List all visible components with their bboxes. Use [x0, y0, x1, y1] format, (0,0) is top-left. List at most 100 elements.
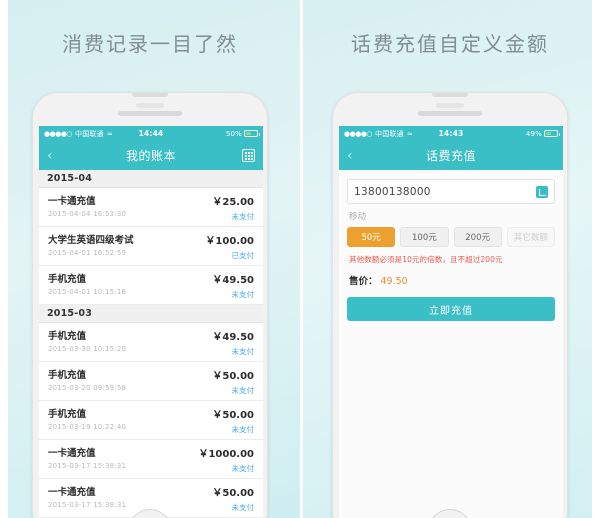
table-row[interactable]: 手机充值 2015-03-19 10:22:40 ￥50.00 未支付 — [39, 401, 263, 440]
status-right-group: 49% — [526, 130, 560, 138]
front-camera-icon — [436, 103, 464, 108]
row-right-group: ￥50.00 未支付 — [212, 406, 254, 435]
front-camera-icon — [136, 103, 164, 108]
transaction-date: 2015-03-17 15:38:31 — [48, 501, 127, 509]
row-right-group: ￥49.50 未支付 — [212, 271, 254, 300]
transaction-date: 2015-03-17 15:38:31 — [48, 462, 127, 470]
row-right-group: ￥50.00 未支付 — [212, 484, 254, 513]
page-title: 话费充值 — [425, 149, 476, 163]
panel-ledger: 消费记录一目了然 ●●●●○ 中国联通 ≈ 14:44 50% ‹ 我的账本 2… — [0, 0, 300, 518]
transaction-amount: ￥50.00 — [212, 488, 254, 499]
section-header-month: 2015-04 — [39, 170, 263, 188]
amount-option-100[interactable]: 100元 — [400, 227, 449, 247]
transaction-title: 手机充值 — [48, 274, 87, 285]
transaction-date: 2015-04-04 16:53:30 — [48, 210, 127, 218]
row-left-group: 手机充值 2015-03-20 09:59:58 — [48, 367, 126, 392]
row-right-group: ￥1000.00 未支付 — [198, 445, 254, 474]
phone-mockup-right: ●●●●○ 中国联通 ≈ 14:43 49% ‹ 话费充值 1380013800… — [332, 92, 568, 518]
amount-warning-text: 其他数额必须是10元的倍数，且不超过200元 — [349, 255, 503, 264]
phone-screen-left: ●●●●○ 中国联通 ≈ 14:44 50% ‹ 我的账本 2015-04 一卡… — [39, 126, 263, 518]
transaction-title: 一卡通充值 — [48, 448, 96, 459]
nav-bar-right: ‹ 话费充值 — [339, 141, 563, 170]
row-right-group: ￥49.50 未支付 — [212, 328, 254, 357]
row-right-group: ￥100.00 已支付 — [205, 232, 254, 261]
status-badge: 未支付 — [231, 386, 255, 395]
battery-percent: 50% — [225, 129, 242, 138]
status-badge: 未支付 — [231, 503, 255, 512]
carrier-name: 中国联通 — [375, 129, 404, 138]
panel-recharge: 话费充值自定义金额 ●●●●○ 中国联通 ≈ 14:43 49% ‹ 话费充值 … — [300, 0, 600, 518]
table-row[interactable]: 一卡通充值 2015-04-04 16:53:30 ￥25.00 未支付 — [39, 188, 263, 227]
row-right-group: ￥50.00 未支付 — [212, 367, 254, 396]
amount-option-200[interactable]: 200元 — [453, 227, 502, 247]
page-title: 我的账本 — [125, 149, 176, 163]
table-row[interactable]: 手机充值 2015-03-30 10:15:20 ￥49.50 未支付 — [39, 323, 263, 362]
status-badge: 未支付 — [231, 464, 255, 473]
amount-option-50[interactable]: 50元 — [347, 227, 396, 247]
table-row[interactable]: 手机充值 2015-04-01 10:15:16 ￥49.50 未支付 — [39, 266, 263, 305]
phone-mockup-left: ●●●●○ 中国联通 ≈ 14:44 50% ‹ 我的账本 2015-04 一卡… — [32, 92, 268, 518]
section-header-month: 2015-03 — [39, 305, 263, 323]
price-row: 售价： 49.50 — [349, 273, 555, 287]
row-left-group: 手机充值 2015-04-01 10:15:16 — [48, 271, 126, 296]
transaction-amount: ￥1000.00 — [198, 449, 254, 460]
nav-bar-left: ‹ 我的账本 — [39, 141, 263, 170]
row-left-group: 大学生英语四级考试 2015-04-01 16:52:59 — [48, 232, 134, 257]
table-row[interactable]: 一卡通充值 2015-03-17 15:38:31 ￥1000.00 未支付 — [39, 440, 263, 479]
status-badge: 未支付 — [231, 290, 255, 299]
battery-icon — [244, 130, 260, 137]
status-badge: 未支付 — [231, 425, 255, 434]
row-left-group: 一卡通充值 2015-03-17 15:38:31 — [48, 445, 126, 470]
contact-picker-icon[interactable] — [536, 185, 548, 198]
row-right-group: ￥25.00 未支付 — [212, 193, 254, 222]
table-row[interactable]: 大学生英语四级考试 2015-04-01 16:52:59 ￥100.00 已支… — [39, 227, 263, 266]
transaction-list[interactable]: 2015-04 一卡通充值 2015-04-04 16:53:30 ￥25.00… — [39, 170, 263, 518]
signal-dots-icon: ●●●●○ — [44, 129, 73, 138]
carrier-label: 移动 — [349, 212, 367, 222]
nav-right-group[interactable] — [242, 149, 255, 162]
status-bar-right: ●●●●○ 中国联通 ≈ 14:43 49% — [339, 126, 563, 141]
transaction-title: 手机充值 — [48, 409, 87, 420]
transaction-date: 2015-03-19 10:22:40 — [48, 423, 127, 431]
carrier-name: 中国联通 — [75, 129, 104, 138]
transaction-amount: ￥25.00 — [212, 197, 254, 208]
status-right-group: 50% — [225, 129, 260, 138]
recharge-form: 13800138000 移动 50元 100元 200元 其它数额 其他数额必须… — [339, 170, 563, 518]
panel-divider — [300, 0, 303, 518]
transaction-title: 一卡通充值 — [48, 487, 96, 498]
transaction-title: 手机充值 — [48, 370, 87, 381]
signal-dots-icon: ●●●●○ — [344, 129, 373, 138]
transaction-date: 2015-04-01 10:15:16 — [48, 288, 127, 296]
table-row[interactable]: 手机充值 2015-03-20 09:59:58 ￥50.00 未支付 — [39, 362, 263, 401]
calendar-icon[interactable] — [242, 149, 255, 162]
transaction-amount: ￥49.50 — [212, 275, 254, 286]
transaction-amount: ￥49.50 — [212, 332, 254, 343]
status-bar-left: ●●●●○ 中国联通 ≈ 14:44 50% — [39, 126, 263, 141]
price-label: 售价： — [349, 276, 378, 287]
transaction-title: 手机充值 — [48, 331, 87, 342]
row-left-group: 手机充值 2015-03-19 10:22:40 — [48, 406, 126, 431]
transaction-date: 2015-04-01 16:52:59 — [48, 249, 127, 257]
earpiece-speaker — [418, 111, 482, 116]
status-badge: 已支付 — [231, 251, 255, 260]
transaction-title: 一卡通充值 — [48, 196, 96, 207]
status-badge: 未支付 — [231, 347, 255, 356]
transaction-date: 2015-03-20 09:59:58 — [48, 384, 127, 392]
panel-headline-left: 消费记录一目了然 — [62, 32, 238, 56]
page-edge-right — [592, 0, 600, 518]
earpiece-speaker — [118, 111, 182, 116]
amount-option-custom[interactable]: 其它数额 — [506, 227, 555, 247]
phone-top-tab — [432, 93, 468, 97]
transaction-amount: ￥100.00 — [205, 236, 254, 247]
transaction-amount: ￥50.00 — [212, 410, 254, 421]
phone-number-field[interactable]: 13800138000 — [347, 179, 555, 204]
transaction-amount: ￥50.00 — [212, 371, 254, 382]
recharge-now-button[interactable]: 立即充值 — [347, 297, 555, 321]
phone-number-input[interactable]: 13800138000 — [354, 186, 536, 198]
phone-screen-right: ●●●●○ 中国联通 ≈ 14:43 49% ‹ 话费充值 1380013800… — [339, 126, 563, 518]
status-badge: 未支付 — [231, 212, 255, 221]
battery-icon — [544, 130, 560, 137]
phone-top-tab — [132, 93, 168, 97]
panel-headline-right: 话费充值自定义金额 — [351, 32, 549, 56]
row-left-group: 一卡通充值 2015-04-04 16:53:30 — [48, 193, 126, 218]
